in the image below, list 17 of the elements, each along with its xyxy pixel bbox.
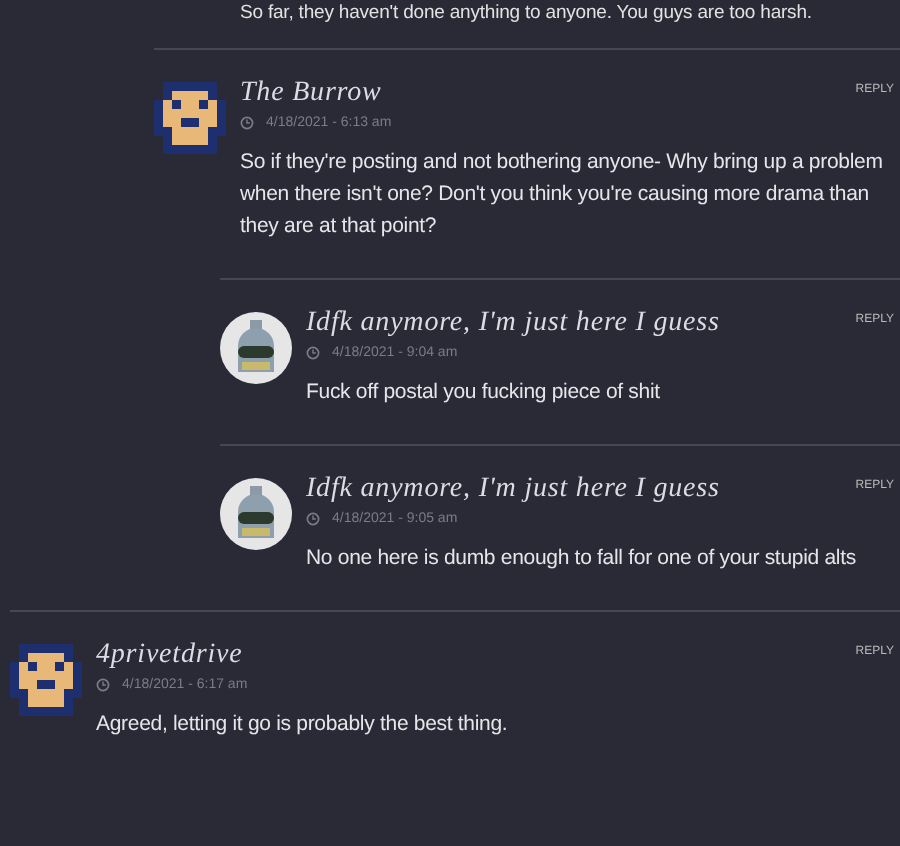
author-name[interactable]: The Burrow — [240, 78, 382, 110]
comment-text: Fuck off postal you fucking piece of shit — [306, 378, 662, 408]
robot-avatar-icon — [220, 478, 292, 550]
clock-icon — [240, 116, 254, 130]
comment-text: Agreed, letting it go is probably the best thing. — [96, 710, 510, 740]
clock-icon — [306, 346, 320, 360]
author-name[interactable]: Idfk anymore, I'm just here I guess — [306, 308, 720, 340]
pixel-avatar-icon — [154, 82, 226, 154]
clock-icon — [96, 678, 110, 692]
comment-text: So far, they haven't done anything to anyone. You guys are too harsh. — [240, 0, 814, 28]
author-name[interactable]: Idfk anymore, I'm just here I guess — [306, 474, 720, 506]
comment-text: No one here is dumb enough to fall for one of your stupid alts — [306, 544, 858, 574]
robot-avatar-icon — [220, 312, 292, 384]
author-name[interactable]: 4privetdrive — [96, 640, 243, 672]
pixel-avatar-icon — [10, 644, 82, 716]
comment-text: So if they're posting and not bothering anyone- Why bring up a problem when there isn't one? Don't you think you're causing more drama than they are at that point? — [240, 148, 885, 242]
clock-icon — [306, 512, 320, 526]
